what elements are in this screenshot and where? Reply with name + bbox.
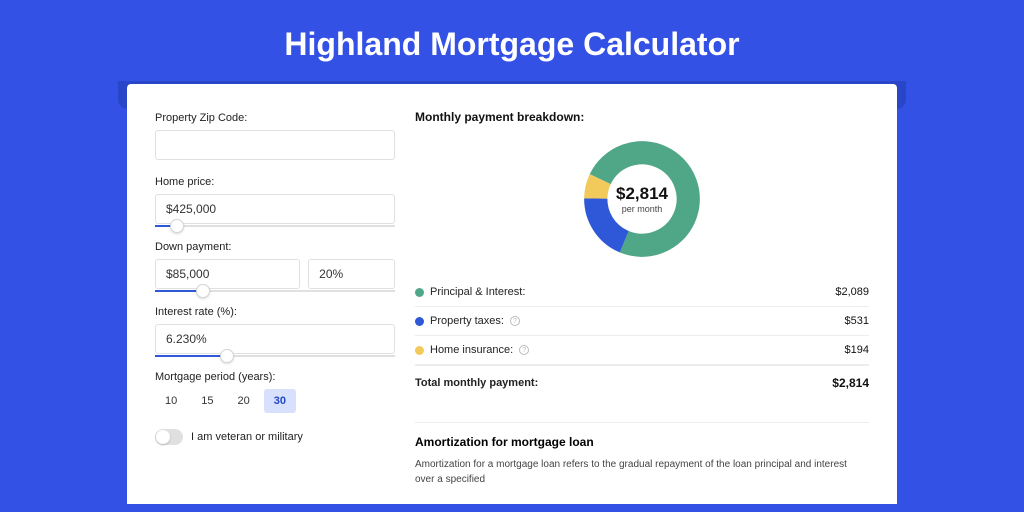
- interest-rate-label: Interest rate (%):: [155, 306, 395, 318]
- page-title: Highland Mortgage Calculator: [284, 26, 739, 63]
- legend-label: Principal & Interest:: [430, 286, 525, 298]
- period-btn-20[interactable]: 20: [228, 389, 260, 413]
- veteran-toggle[interactable]: [155, 429, 183, 445]
- banner-accent: Property Zip Code: Home price: Down paym…: [118, 81, 906, 109]
- home-price-label: Home price:: [155, 176, 395, 188]
- info-icon[interactable]: ?: [510, 316, 520, 326]
- legend-value: $531: [845, 315, 869, 327]
- donut-chart-wrap: $2,814 per month: [415, 138, 869, 260]
- donut-sub: per month: [622, 204, 663, 214]
- breakdown-column: Monthly payment breakdown: $2,814 per mo…: [415, 110, 869, 478]
- legend-value: $194: [845, 344, 869, 356]
- amortization-title: Amortization for mortgage loan: [415, 435, 869, 449]
- legend-dot: [415, 288, 424, 297]
- legend-row: Home insurance:? $194: [415, 336, 869, 365]
- slider-thumb[interactable]: [220, 349, 234, 363]
- period-options: 10152030: [155, 389, 395, 413]
- zip-label: Property Zip Code:: [155, 112, 395, 124]
- donut-chart: $2,814 per month: [581, 138, 703, 260]
- home-price-input[interactable]: [155, 194, 395, 224]
- veteran-label: I am veteran or military: [191, 431, 303, 443]
- period-btn-30[interactable]: 30: [264, 389, 296, 413]
- input-column: Property Zip Code: Home price: Down paym…: [155, 110, 395, 478]
- legend-value: $2,089: [835, 286, 869, 298]
- period-btn-15[interactable]: 15: [191, 389, 223, 413]
- legend-label: Home insurance:: [430, 344, 513, 356]
- calculator-panel: Property Zip Code: Home price: Down paym…: [127, 84, 897, 504]
- interest-rate-slider[interactable]: [155, 355, 395, 357]
- down-payment-slider[interactable]: [155, 290, 395, 292]
- legend-dot: [415, 346, 424, 355]
- interest-rate-input[interactable]: [155, 324, 395, 354]
- toggle-knob: [156, 430, 170, 444]
- amortization-text: Amortization for a mortgage loan refers …: [415, 457, 869, 487]
- legend-row: Principal & Interest: $2,089: [415, 278, 869, 307]
- legend-row: Property taxes:? $531: [415, 307, 869, 336]
- legend-label: Property taxes:: [430, 315, 504, 327]
- legend: Principal & Interest: $2,089 Property taxe…: [415, 278, 869, 365]
- donut-amount: $2,814: [616, 184, 668, 204]
- period-btn-10[interactable]: 10: [155, 389, 187, 413]
- down-payment-label: Down payment:: [155, 241, 395, 253]
- legend-dot: [415, 317, 424, 326]
- period-label: Mortgage period (years):: [155, 371, 395, 383]
- breakdown-title: Monthly payment breakdown:: [415, 110, 869, 124]
- slider-thumb[interactable]: [170, 219, 184, 233]
- info-icon[interactable]: ?: [519, 345, 529, 355]
- total-label: Total monthly payment:: [415, 377, 538, 389]
- total-value: $2,814: [832, 376, 869, 390]
- slider-thumb[interactable]: [196, 284, 210, 298]
- down-payment-pct-input[interactable]: [308, 259, 395, 289]
- amortization-section: Amortization for mortgage loan Amortizat…: [415, 422, 869, 487]
- slider-fill: [155, 355, 227, 357]
- home-price-slider[interactable]: [155, 225, 395, 227]
- zip-input[interactable]: [155, 130, 395, 160]
- legend-total-row: Total monthly payment: $2,814: [415, 365, 869, 398]
- down-payment-amount-input[interactable]: [155, 259, 300, 289]
